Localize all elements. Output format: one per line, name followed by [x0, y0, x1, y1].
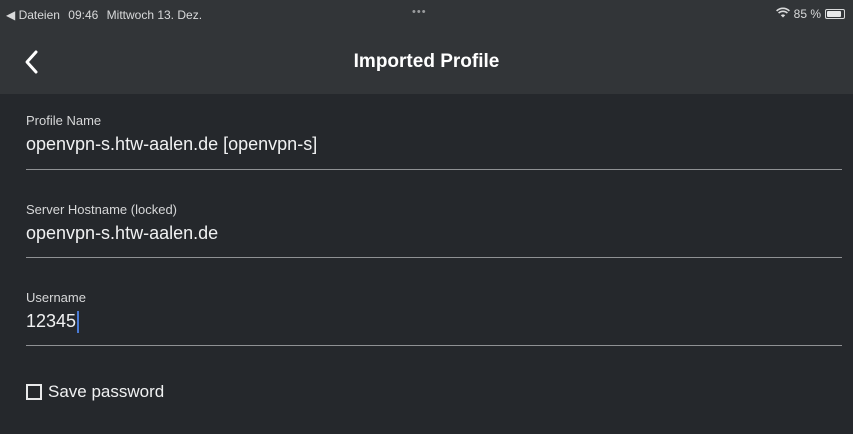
- back-to-app-link[interactable]: ◀ Dateien: [6, 8, 60, 22]
- server-hostname-value: openvpn-s.htw-aalen.de: [26, 223, 219, 243]
- page-title: Imported Profile: [353, 51, 500, 72]
- server-hostname-label: Server Hostname (locked): [26, 202, 177, 217]
- battery-fill: [827, 11, 841, 17]
- text-caret: [77, 311, 80, 334]
- username-input[interactable]: 12345: [26, 309, 842, 334]
- save-password-option[interactable]: Save password: [26, 382, 164, 402]
- multitasking-dots[interactable]: •••: [412, 6, 427, 18]
- status-bar: ◀ Dateien 09:46 Mittwoch 13. Dez. ••• 85…: [0, 0, 853, 30]
- status-date: Mittwoch 13. Dez.: [106, 8, 203, 22]
- status-time: 09:46: [68, 8, 99, 22]
- username-value: 12345: [26, 311, 77, 331]
- profile-name-input[interactable]: openvpn-s.htw-aalen.de [openvpn-s]: [26, 132, 842, 156]
- server-hostname-field: Server Hostname (locked) openvpn-s.htw-a…: [26, 202, 842, 258]
- profile-name-field[interactable]: Profile Name openvpn-s.htw-aalen.de [ope…: [26, 113, 842, 170]
- status-right: 85 %: [775, 7, 845, 21]
- username-field[interactable]: Username 12345: [26, 290, 842, 346]
- battery-icon: [825, 9, 845, 19]
- screen: ◀ Dateien 09:46 Mittwoch 13. Dez. ••• 85…: [0, 0, 853, 434]
- username-label: Username: [26, 290, 86, 305]
- navigation-bar: Imported Profile: [0, 30, 853, 94]
- save-password-checkbox[interactable]: [26, 384, 42, 400]
- status-left: ◀ Dateien 09:46 Mittwoch 13. Dez.: [6, 8, 207, 22]
- battery-percent: 85 %: [793, 7, 821, 21]
- profile-name-label: Profile Name: [26, 113, 102, 128]
- save-password-label: Save password: [48, 382, 165, 401]
- wifi-icon: [775, 7, 790, 21]
